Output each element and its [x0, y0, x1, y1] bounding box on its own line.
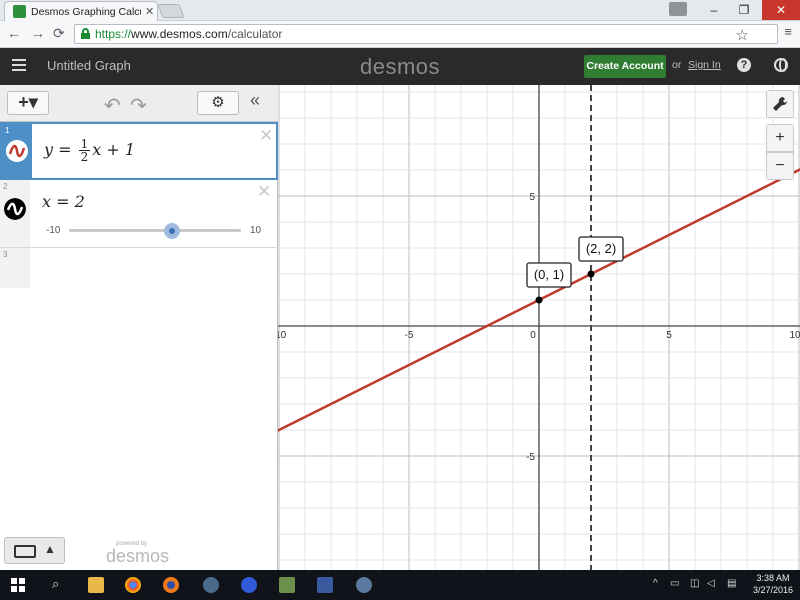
back-arrow-icon[interactable]: ←	[7, 25, 21, 41]
x-tick-label: 0	[530, 330, 536, 341]
undo-icon[interactable]: ↶	[104, 93, 121, 118]
app-icon[interactable]	[279, 577, 295, 593]
or-text: or	[672, 59, 682, 71]
caret-up-icon: ▲	[44, 542, 56, 556]
help-icon[interactable]: ?	[737, 58, 751, 72]
network-icon[interactable]: ◫	[690, 578, 699, 589]
profile-icon[interactable]	[669, 2, 687, 16]
zoom-out-button[interactable]: −	[766, 152, 794, 180]
settings-gear-icon[interactable]: ⚙	[197, 91, 239, 115]
app-icon[interactable]	[203, 577, 219, 593]
desmos-favicon-icon	[13, 5, 26, 18]
create-account-button[interactable]: Create Account	[584, 55, 666, 78]
expression-row-1[interactable]: 1 y = 12x + 1 ✕	[0, 122, 278, 180]
app-icon[interactable]	[241, 577, 257, 593]
redo-icon[interactable]: ↷	[130, 93, 147, 118]
language-globe-icon[interactable]	[774, 58, 788, 72]
windows-taskbar: ⌕ ^ ▭ ◫ ◁ ▤ 3:38 AM 3/27/2016	[0, 570, 800, 600]
delete-expression-icon[interactable]: ✕	[259, 126, 273, 146]
reload-icon[interactable]: ⟳	[53, 25, 65, 42]
sign-in-link[interactable]: Sign In	[688, 59, 721, 71]
expression-gutter: 1	[2, 124, 32, 178]
app-icon[interactable]	[356, 577, 372, 593]
tab-title: Desmos Graphing Calculato	[31, 6, 141, 18]
keypad-toggle-button[interactable]: ▲	[4, 537, 65, 564]
point-marker	[535, 296, 543, 304]
expression-index: 3	[3, 250, 8, 259]
restore-button[interactable]: ❐	[725, 0, 763, 20]
powered-by-logo: desmos	[106, 546, 170, 566]
expression-gutter: 3	[0, 248, 30, 288]
expression-math[interactable]: x = 2	[42, 192, 85, 211]
url-text: https://www.desmos.com/calculator	[95, 27, 283, 41]
x-tick-label: 5	[666, 330, 672, 341]
x-tick-label: -10	[278, 330, 287, 341]
forward-arrow-icon[interactable]: →	[31, 25, 45, 41]
volume-icon[interactable]: ◁	[707, 578, 715, 589]
chrome-icon[interactable]	[125, 577, 141, 593]
y-tick-label: 5	[529, 192, 535, 203]
expression-index: 1	[5, 126, 10, 135]
point-label: (2, 2)	[586, 241, 616, 256]
graph-canvas[interactable]: -10 -5 0 5 10 5 -5 (0, 1) (2, 2)	[278, 85, 800, 570]
new-tab-button[interactable]	[157, 4, 185, 18]
keyboard-icon	[14, 545, 36, 558]
taskbar-clock[interactable]: 3:38 AM 3/27/2016	[747, 572, 799, 596]
collapse-panel-icon[interactable]: «	[250, 90, 260, 111]
slider-thumb[interactable]	[164, 223, 180, 239]
clock-date: 3/27/2016	[752, 585, 794, 595]
app-icon[interactable]	[317, 577, 333, 593]
x-tick-label: -5	[405, 330, 414, 341]
clock-time: 3:38 AM	[756, 573, 790, 583]
expression-toolbar: +▾ ↶ ↷ ⚙ «	[0, 85, 278, 122]
chrome-menu-icon[interactable]: ≡	[784, 24, 792, 39]
bookmark-star-icon[interactable]: ☆	[736, 26, 749, 44]
window-close-button[interactable]: ✕	[762, 0, 800, 20]
browser-tab-bar: Desmos Graphing Calculato ✕ – ❐ ✕	[0, 0, 800, 21]
line-color-swatch-icon[interactable]	[4, 198, 26, 220]
point-marker	[587, 270, 595, 278]
desmos-logo: desmos	[360, 54, 441, 79]
notifications-icon[interactable]: ▤	[727, 578, 736, 589]
y-tick-label: -5	[526, 452, 535, 463]
slider-min[interactable]: -10	[46, 225, 60, 236]
graph-title[interactable]: Untitled Graph	[47, 58, 131, 73]
add-item-button[interactable]: +▾	[7, 91, 49, 115]
tab-close-icon[interactable]: ✕	[145, 5, 154, 18]
wrench-icon[interactable]	[766, 90, 794, 118]
expression-math[interactable]: y = 12x + 1	[44, 138, 135, 163]
expression-panel: +▾ ↶ ↷ ⚙ « 1 y = 12x + 1 ✕ 2 x = 2 ✕ -10	[0, 85, 278, 570]
line-color-swatch-icon[interactable]	[6, 140, 28, 162]
slider-track[interactable]	[69, 229, 241, 232]
slider-max[interactable]: 10	[250, 225, 261, 236]
browser-tab[interactable]: Desmos Graphing Calculato ✕	[4, 1, 158, 21]
expression-row-2[interactable]: 2 x = 2 ✕ -10 10	[0, 180, 278, 248]
expression-index: 2	[3, 182, 8, 191]
windows-start-icon[interactable]	[11, 578, 25, 592]
desmos-header: Untitled Graph desmos Create Account or …	[0, 48, 800, 85]
url-input[interactable]: https://www.desmos.com/calculator ☆	[74, 24, 778, 44]
hamburger-menu-icon[interactable]	[12, 59, 26, 71]
file-explorer-icon[interactable]	[88, 577, 104, 593]
lock-icon	[81, 28, 90, 39]
point-label: (0, 1)	[534, 267, 564, 282]
zoom-in-button[interactable]: +	[766, 124, 794, 152]
firefox-icon[interactable]	[163, 577, 179, 593]
search-icon[interactable]: ⌕	[52, 576, 59, 592]
fraction: 12	[78, 137, 91, 164]
delete-expression-icon[interactable]: ✕	[257, 182, 271, 202]
address-bar: ← → ⟳ https://www.desmos.com/calculator …	[0, 21, 800, 48]
tray-chevron-icon[interactable]: ^	[653, 578, 658, 589]
expression-row-3[interactable]: 3	[0, 248, 278, 288]
x-tick-label: 10	[789, 330, 800, 341]
battery-icon[interactable]: ▭	[670, 578, 679, 589]
expression-gutter: 2	[0, 180, 30, 247]
